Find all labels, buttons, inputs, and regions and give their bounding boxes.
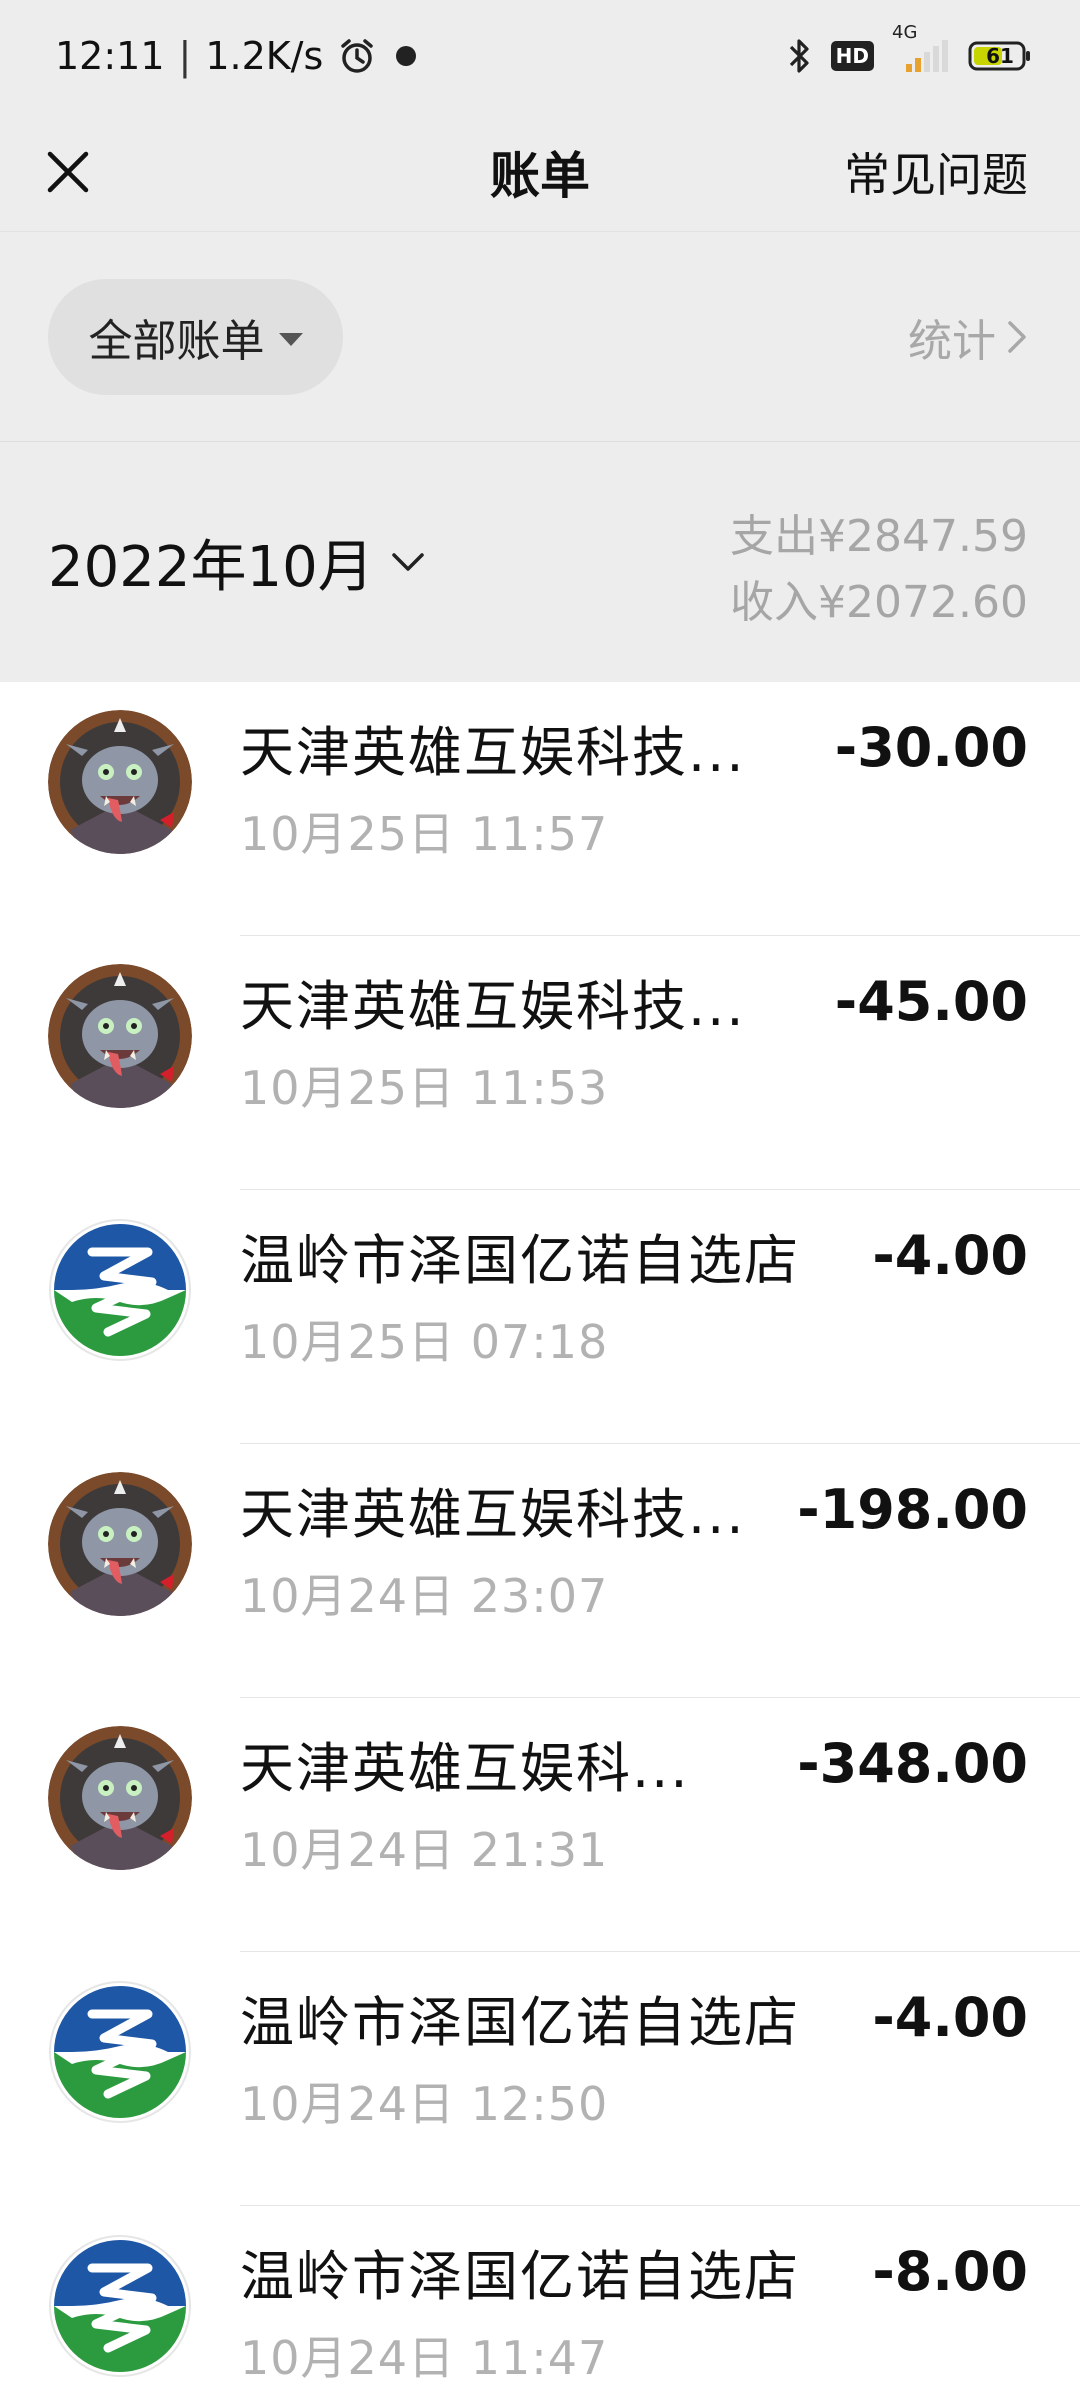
store-logo-avatar: [48, 1980, 192, 2124]
store-logo-avatar: [48, 1218, 192, 1362]
month-text: 2022年10月: [48, 534, 374, 600]
game-character-avatar: [48, 964, 192, 1108]
merchant-name: 天津英雄互娱科技...: [240, 975, 746, 1038]
bill-row[interactable]: 温岭市泽国亿诺自选店 10月24日 12:50 -4.00: [0, 1952, 1080, 2206]
store-logo-avatar: [48, 2234, 192, 2378]
expense-total: 支出¥2847.59: [730, 511, 1028, 562]
transaction-time: 10月25日 11:53: [240, 1061, 609, 1115]
bluetooth-icon: [787, 36, 813, 76]
network-speed: 1.2K/s: [205, 34, 324, 78]
transaction-time: 10月24日 11:47: [240, 2331, 609, 2385]
close-icon: [47, 151, 89, 193]
transaction-time: 10月24日 12:50: [240, 2077, 609, 2131]
bill-row[interactable]: 天津英雄互娱科技... 10月25日 11:53 -45.00: [0, 936, 1080, 1190]
merchant-name: 天津英雄互娱科技...: [240, 721, 746, 784]
game-character-avatar: [48, 1726, 192, 1870]
status-left: 12:11 | 1.2K/s: [55, 34, 421, 78]
battery-icon: 61: [968, 39, 1030, 73]
status-right: HD 4G 61: [787, 22, 1030, 76]
bill-row[interactable]: 天津英雄互娱科... 10月24日 21:31 -348.00: [0, 1698, 1080, 1952]
faq-link[interactable]: 常见问题: [844, 112, 1028, 232]
status-bar: 12:11 | 1.2K/s HD 4G 61: [0, 0, 1080, 112]
chevron-right-icon: [1008, 321, 1026, 353]
merchant-name: 温岭市泽国亿诺自选店: [240, 1991, 800, 2054]
close-button[interactable]: [38, 142, 98, 202]
stats-label: 统计: [908, 316, 996, 367]
chevron-down-icon: [392, 553, 424, 571]
signal-icon: 4G: [892, 22, 950, 76]
transaction-amount: -198.00: [797, 1478, 1028, 1541]
transaction-time: 10月25日 11:57: [240, 807, 609, 861]
month-summary: 支出¥2847.59 收入¥2072.60: [730, 504, 1028, 636]
transaction-amount: -45.00: [834, 970, 1028, 1033]
transaction-time: 10月24日 23:07: [240, 1569, 609, 1623]
transaction-amount: -348.00: [797, 1732, 1028, 1795]
alarm-icon: [337, 36, 377, 76]
transaction-amount: -30.00: [834, 716, 1028, 779]
bill-list: 天津英雄互娱科技... 10月25日 11:57 -30.00 天津英雄互娱科技…: [0, 682, 1080, 2400]
income-total: 收入¥2072.60: [730, 577, 1028, 628]
network-type: 4G: [892, 22, 918, 43]
transaction-time: 10月25日 07:18: [240, 1315, 609, 1369]
month-header: 2022年10月 支出¥2847.59 收入¥2072.60: [0, 442, 1080, 682]
merchant-name: 温岭市泽国亿诺自选店: [240, 1229, 800, 1292]
separator: |: [178, 34, 192, 78]
clock: 12:11: [55, 34, 165, 78]
page-title: 账单: [490, 146, 590, 205]
dot-icon: [391, 41, 421, 71]
hd-icon: HD: [830, 41, 874, 71]
transaction-time: 10月24日 21:31: [240, 1823, 609, 1877]
transaction-amount: -4.00: [872, 1986, 1028, 2049]
nav-bar: 账单 常见问题: [0, 112, 1080, 232]
merchant-name: 天津英雄互娱科...: [240, 1737, 690, 1800]
filter-label: 全部账单: [88, 316, 265, 367]
merchant-name: 天津英雄互娱科技...: [240, 1483, 746, 1546]
battery-level: 61: [986, 44, 1014, 68]
bill-row[interactable]: 天津英雄互娱科技... 10月25日 11:57 -30.00: [0, 682, 1080, 936]
game-character-avatar: [48, 710, 192, 854]
month-selector[interactable]: 2022年10月: [48, 442, 426, 682]
caret-down-icon: [278, 332, 303, 346]
transaction-amount: -8.00: [872, 2240, 1028, 2303]
merchant-name: 温岭市泽国亿诺自选店: [240, 2245, 800, 2308]
hd-label: HD: [835, 44, 869, 68]
all-bills-filter-button[interactable]: 全部账单: [48, 279, 343, 395]
filter-row: 全部账单 统计: [0, 232, 1080, 442]
transaction-amount: -4.00: [872, 1224, 1028, 1287]
bill-row[interactable]: 天津英雄互娱科技... 10月24日 23:07 -198.00: [0, 1444, 1080, 1698]
stats-link[interactable]: 统计: [908, 232, 1028, 442]
bill-row[interactable]: 温岭市泽国亿诺自选店 10月25日 07:18 -4.00: [0, 1190, 1080, 1444]
game-character-avatar: [48, 1472, 192, 1616]
bill-row[interactable]: 温岭市泽国亿诺自选店 10月24日 11:47 -8.00: [0, 2206, 1080, 2400]
